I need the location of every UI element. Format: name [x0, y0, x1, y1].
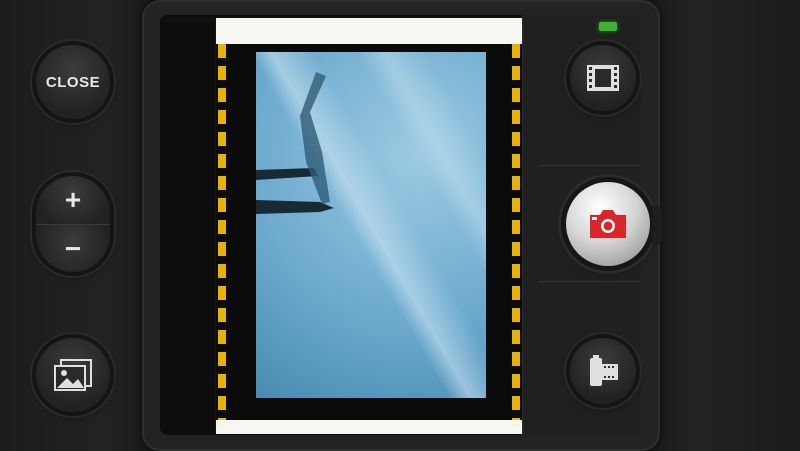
camera-icon [590, 210, 626, 238]
film-mode-button[interactable] [570, 45, 636, 111]
shutter-housing [652, 205, 662, 245]
right-control-panel [650, 0, 800, 451]
film-negative [216, 44, 522, 420]
image-gallery-icon [54, 359, 92, 391]
viewfinder-left-area [163, 22, 215, 432]
photo-image [256, 52, 486, 398]
film-edge-right [512, 44, 520, 420]
film-edge-left [218, 44, 226, 420]
close-button[interactable]: CLOSE [36, 45, 110, 119]
zoom-out-label: − [64, 233, 82, 264]
status-led [599, 22, 617, 31]
figure-silhouette [256, 72, 334, 214]
panel-divider [539, 281, 641, 282]
zoom-out-button[interactable]: − [36, 224, 110, 272]
gallery-button[interactable] [36, 338, 110, 412]
shutter-button[interactable] [566, 182, 650, 266]
film-roll-button[interactable] [570, 338, 636, 404]
zoom-control: + − [36, 176, 110, 272]
panel-divider [539, 165, 641, 166]
film-roll-icon [590, 355, 618, 386]
zoom-in-button[interactable]: + [36, 176, 110, 225]
film-strip-icon [587, 65, 619, 91]
close-button-label: CLOSE [45, 73, 101, 91]
zoom-in-label: + [64, 184, 82, 215]
photo-preview [216, 18, 522, 434]
